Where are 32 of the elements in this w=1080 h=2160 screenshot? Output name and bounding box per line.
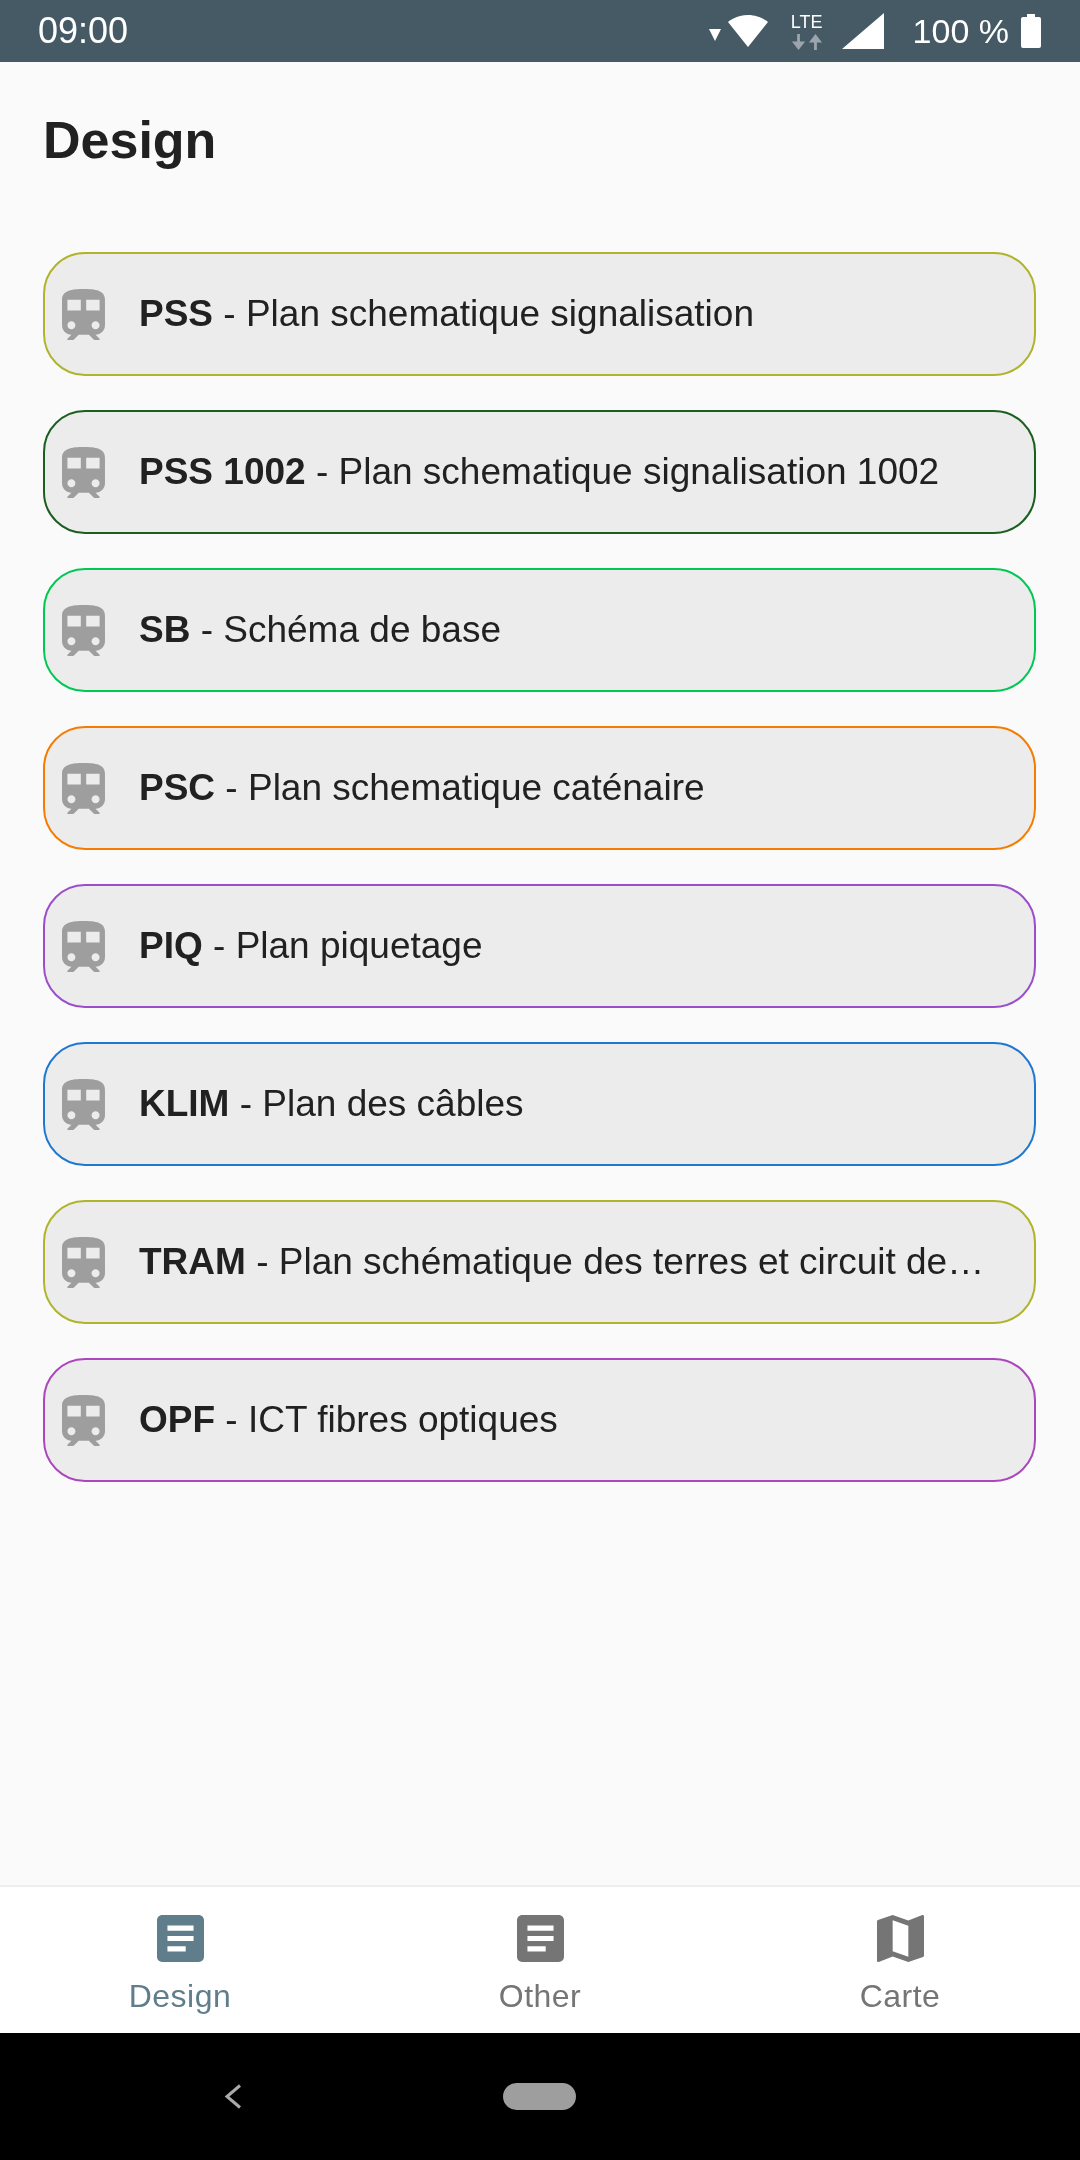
- triangle-icon: [708, 29, 721, 41]
- train-icon: [62, 1078, 105, 1130]
- list-item[interactable]: SB - Schéma de base: [43, 568, 1036, 692]
- document-icon: [156, 1915, 204, 1962]
- nav-tab[interactable]: Design: [0, 1887, 360, 2033]
- train-icon: [62, 762, 105, 814]
- map-icon: [876, 1915, 924, 1962]
- train-icon: [62, 920, 105, 972]
- list-item[interactable]: PSC - Plan schematique caténaire: [43, 726, 1036, 850]
- home-button[interactable]: [503, 2083, 576, 2110]
- list-item[interactable]: PSS - Plan schematique signalisation: [43, 252, 1036, 376]
- nav-tab[interactable]: Other: [360, 1887, 720, 2033]
- list-item[interactable]: PSS 1002 - Plan schematique signalisation 1002: [43, 410, 1036, 534]
- network-type-label: LTE: [790, 12, 823, 32]
- list-item[interactable]: PIQ - Plan piquetage: [43, 884, 1036, 1008]
- signal-icon: [841, 13, 884, 49]
- list-item[interactable]: KLIM - Plan des câbles: [43, 1042, 1036, 1166]
- train-icon: [62, 604, 105, 656]
- back-icon[interactable]: [224, 2084, 242, 2109]
- battery-percent: 100 %: [912, 11, 1009, 51]
- train-icon: [62, 446, 105, 498]
- status-time: 09:00: [38, 11, 129, 51]
- list-item[interactable]: TRAM - Plan schématique des terres et circuit de…: [43, 1200, 1036, 1324]
- page-title: Design: [43, 110, 217, 170]
- list-item[interactable]: OPF - ICT fibres optiques: [43, 1358, 1036, 1482]
- document-icon: [516, 1915, 564, 1962]
- battery-icon: [1021, 14, 1041, 48]
- train-icon: [62, 1236, 105, 1288]
- wifi-icon: [727, 15, 768, 47]
- nav-tab[interactable]: Carte: [720, 1887, 1080, 2033]
- train-icon: [62, 1394, 105, 1446]
- train-icon: [62, 288, 105, 340]
